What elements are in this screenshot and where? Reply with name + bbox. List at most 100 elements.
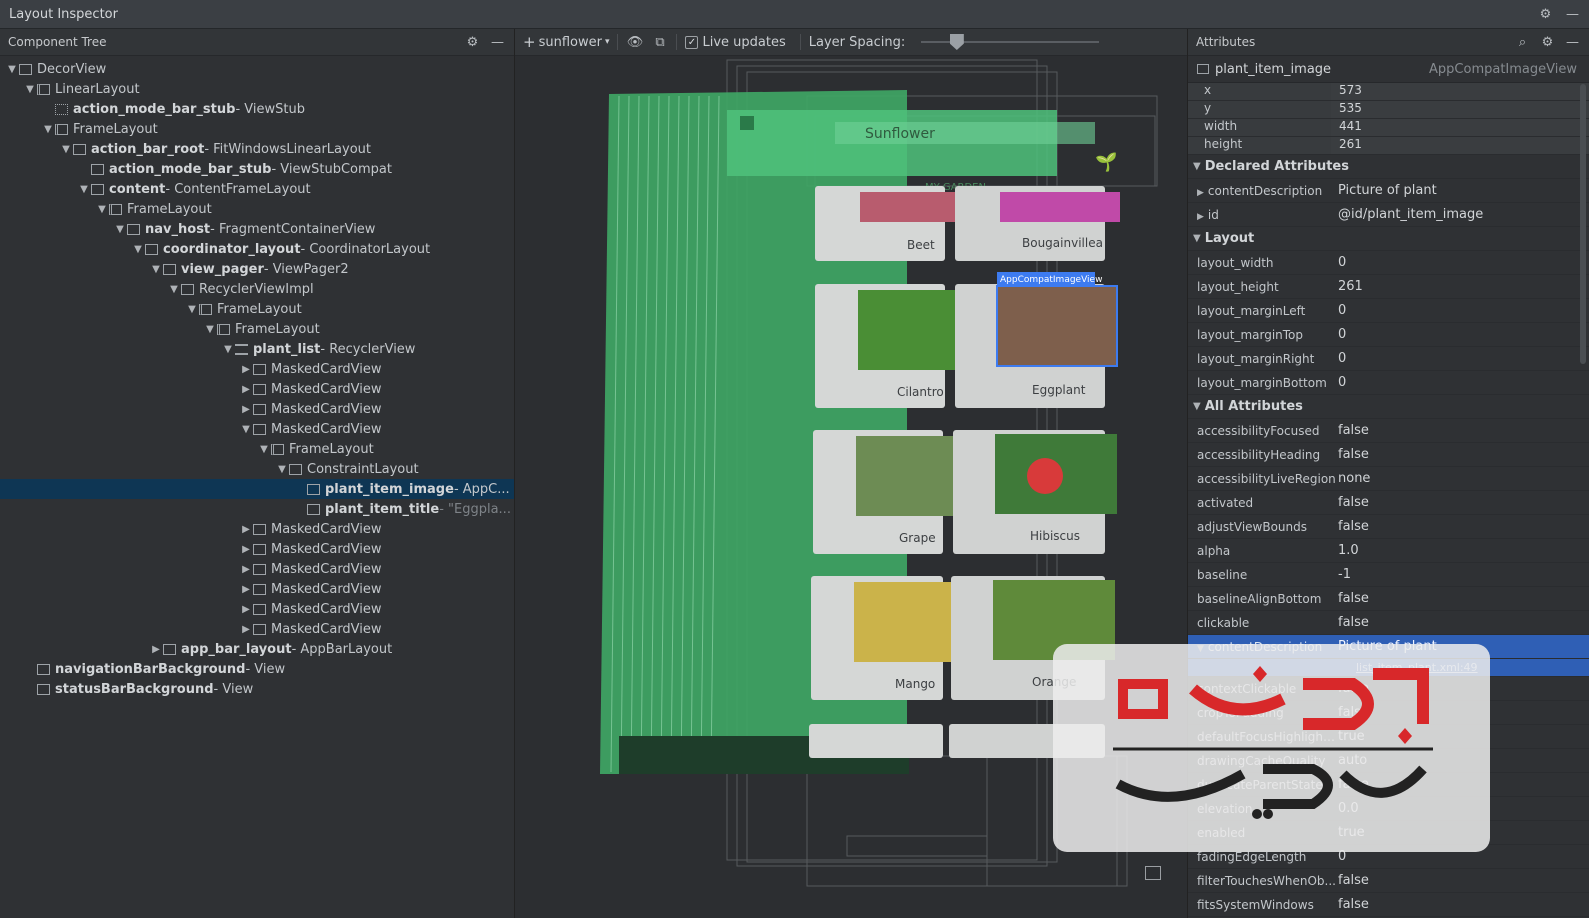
tree-node[interactable]: statusBarBackground - View	[0, 679, 514, 699]
scrollbar[interactable]	[1580, 84, 1586, 364]
tree-node[interactable]: ▼ MaskedCardView	[0, 419, 514, 439]
tree-node[interactable]: ▶ MaskedCardView	[0, 559, 514, 579]
tree-node[interactable]: ▼ ConstraintLayout	[0, 459, 514, 479]
chevron-down-icon[interactable]: ▼	[77, 184, 91, 195]
layer-spacing-slider[interactable]	[921, 34, 1100, 50]
all-attributes-section[interactable]: ▼ All Attributes	[1188, 395, 1589, 419]
chevron-down-icon[interactable]: ▼	[113, 224, 127, 235]
eye-icon[interactable]: 👁	[626, 34, 644, 51]
attribute-row[interactable]: layout_marginRight 0	[1188, 347, 1589, 371]
attribute-row[interactable]: accessibilityHeading false	[1188, 443, 1589, 467]
attribute-row[interactable]: fitsSystemWindows false	[1188, 893, 1589, 917]
declared-attributes-section[interactable]: ▼ Declared Attributes	[1188, 155, 1589, 179]
chevron-right-icon[interactable]: ▶	[239, 404, 253, 415]
tree-node[interactable]: ▶ MaskedCardView	[0, 539, 514, 559]
live-updates-toggle[interactable]: ✓ Live updates	[685, 35, 786, 50]
chevron-down-icon[interactable]: ▼	[131, 244, 145, 255]
attribute-row[interactable]: accessibilityFocused false	[1188, 419, 1589, 443]
chevron-right-icon[interactable]: ▶	[239, 584, 253, 595]
geometry-row[interactable]: x 573	[1188, 83, 1589, 101]
snapshot-icon[interactable]: ⧉	[651, 34, 668, 51]
tree-node[interactable]: ▶ MaskedCardView	[0, 619, 514, 639]
geometry-row[interactable]: height 261	[1188, 137, 1589, 155]
gear-icon[interactable]: ⚙	[1537, 6, 1554, 23]
live-updates-checkbox[interactable]: ✓	[685, 35, 699, 49]
chevron-down-icon[interactable]: ▼	[23, 84, 37, 95]
chevron-right-icon[interactable]: ▶	[239, 624, 253, 635]
attribute-row[interactable]: clickable false	[1188, 611, 1589, 635]
chevron-right-icon[interactable]: ▶	[1197, 188, 1204, 198]
tree-node[interactable]: ▶ MaskedCardView	[0, 599, 514, 619]
chevron-right-icon[interactable]: ▶	[149, 644, 163, 655]
tree-node[interactable]: ▶ MaskedCardView	[0, 579, 514, 599]
tree-node[interactable]: ▼ plant_list - RecyclerView	[0, 339, 514, 359]
chevron-right-icon[interactable]: ▶	[239, 364, 253, 375]
tree-node[interactable]: action_mode_bar_stub - ViewStubCompat	[0, 159, 514, 179]
tree-node[interactable]: navigationBarBackground - View	[0, 659, 514, 679]
attribute-row[interactable]: filterTouchesWhenOb... false	[1188, 869, 1589, 893]
tree-node[interactable]: ▶ MaskedCardView	[0, 359, 514, 379]
tree-node[interactable]: ▼ action_bar_root - FitWindowsLinearLayou…	[0, 139, 514, 159]
geometry-row[interactable]: y 535	[1188, 101, 1589, 119]
tree-node[interactable]: ▼ nav_host - FragmentContainerView	[0, 219, 514, 239]
attribute-row[interactable]: layout_marginLeft 0	[1188, 299, 1589, 323]
attribute-row[interactable]: accessibilityLiveRegion none	[1188, 467, 1589, 491]
fit-screen-icon[interactable]	[1145, 866, 1161, 880]
minimize-icon[interactable]: —	[1564, 34, 1581, 51]
chevron-right-icon[interactable]: ▶	[239, 604, 253, 615]
tree-node[interactable]: ▼ DecorView	[0, 59, 514, 79]
attribute-row[interactable]: baselineAlignBottom false	[1188, 587, 1589, 611]
tree-node[interactable]: ▼ LinearLayout	[0, 79, 514, 99]
attribute-row[interactable]: activated false	[1188, 491, 1589, 515]
chevron-right-icon[interactable]: ▶	[239, 564, 253, 575]
tree-node[interactable]: ▼ FrameLayout	[0, 299, 514, 319]
minimize-icon[interactable]: —	[1564, 6, 1581, 23]
tree-node[interactable]: ▼ FrameLayout	[0, 319, 514, 339]
tree-node[interactable]: ▼ FrameLayout	[0, 199, 514, 219]
card-partial[interactable]	[809, 724, 943, 758]
tree-node[interactable]: plant_item_image - AppC...	[0, 479, 514, 499]
tree-node[interactable]: ▼ coordinator_layout - CoordinatorLayout	[0, 239, 514, 259]
tree-node[interactable]: ▼ FrameLayout	[0, 119, 514, 139]
geometry-row[interactable]: width 441	[1188, 119, 1589, 137]
tree-node[interactable]: action_mode_bar_stub - ViewStub	[0, 99, 514, 119]
gear-icon[interactable]: ⚙	[1539, 34, 1556, 51]
tree-node[interactable]: ▶ MaskedCardView	[0, 399, 514, 419]
chevron-down-icon[interactable]: ▼	[95, 204, 109, 215]
tree-node[interactable]: ▶ MaskedCardView	[0, 379, 514, 399]
attribute-row[interactable]: adjustViewBounds false	[1188, 515, 1589, 539]
attribute-row[interactable]: layout_marginBottom 0	[1188, 371, 1589, 395]
chevron-down-icon[interactable]: ▼	[203, 324, 217, 335]
attribute-row[interactable]: alpha 1.0	[1188, 539, 1589, 563]
chevron-down-icon[interactable]: ▼	[275, 464, 289, 475]
attribute-row[interactable]: layout_height 261	[1188, 275, 1589, 299]
selected-plant-image[interactable]	[996, 285, 1118, 367]
chevron-down-icon[interactable]: ▼	[185, 304, 199, 315]
chevron-down-icon[interactable]: ▼	[167, 284, 181, 295]
attribute-row[interactable]: baseline -1	[1188, 563, 1589, 587]
tree-node[interactable]: ▼ content - ContentFrameLayout	[0, 179, 514, 199]
tree-node[interactable]: ▼ FrameLayout	[0, 439, 514, 459]
layout-section[interactable]: ▼ Layout	[1188, 227, 1589, 251]
chevron-right-icon[interactable]: ▶	[239, 544, 253, 555]
chevron-right-icon[interactable]: ▶	[239, 524, 253, 535]
chevron-down-icon[interactable]: ▼	[5, 64, 19, 75]
attribute-row[interactable]: ▶ contentDescription Picture of plant	[1188, 179, 1589, 203]
chevron-right-icon[interactable]: ▶	[1197, 212, 1204, 222]
tree-node[interactable]: plant_item_title - "Eggpla...	[0, 499, 514, 519]
tree-node[interactable]: ▼ RecyclerViewImpl	[0, 279, 514, 299]
chevron-down-icon[interactable]: ▼	[221, 344, 235, 355]
gear-icon[interactable]: ⚙	[464, 34, 481, 51]
add-device-button[interactable]: + sunflower ▾	[523, 33, 609, 51]
chevron-down-icon[interactable]: ▼	[41, 124, 55, 135]
chevron-down-icon[interactable]: ▼	[149, 264, 163, 275]
chevron-down-icon[interactable]: ▼	[239, 424, 253, 435]
chevron-right-icon[interactable]: ▶	[239, 384, 253, 395]
attribute-row[interactable]: ▶ id @id/plant_item_image	[1188, 203, 1589, 227]
attribute-row[interactable]: layout_marginTop 0	[1188, 323, 1589, 347]
tree-node[interactable]: ▼ view_pager - ViewPager2	[0, 259, 514, 279]
slider-thumb[interactable]	[949, 34, 964, 50]
tree-node[interactable]: ▶ app_bar_layout - AppBarLayout	[0, 639, 514, 659]
search-icon[interactable]: ⌕	[1514, 34, 1531, 51]
tree-node[interactable]: ▶ MaskedCardView	[0, 519, 514, 539]
